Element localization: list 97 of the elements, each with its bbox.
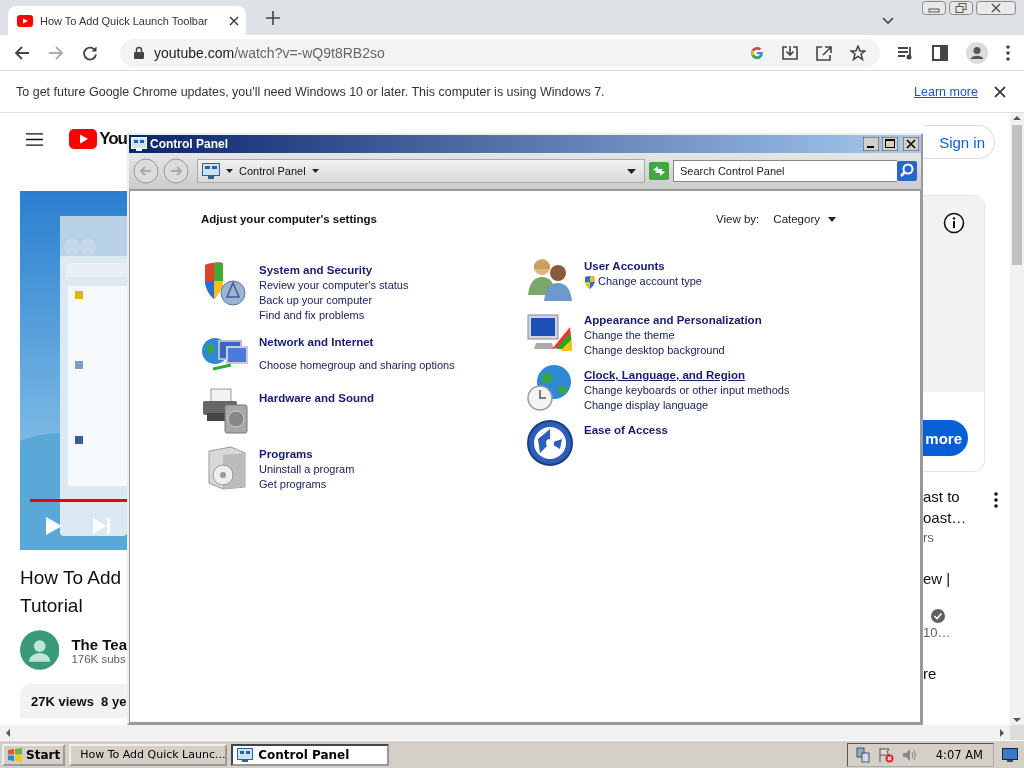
chevron-down-icon[interactable]	[882, 17, 894, 25]
task-link[interactable]: Change keyboards or other input methods	[584, 383, 790, 398]
scroll-thumb[interactable]	[1012, 125, 1022, 265]
category-link[interactable]: Ease of Access	[584, 423, 668, 438]
task-link[interactable]: Choose homegroup and sharing options	[259, 358, 455, 373]
category-link[interactable]: Hardware and Sound	[259, 391, 375, 406]
maximize-icon[interactable]	[882, 137, 898, 151]
task-link[interactable]: Get programs	[259, 477, 327, 492]
task-link[interactable]: Find and fix problems	[259, 308, 365, 323]
control-panel-icon	[131, 137, 147, 151]
task-link[interactable]: Back up your computer	[259, 293, 373, 308]
more-icon[interactable]	[994, 492, 998, 508]
browser-tab[interactable]: How To Add Quick Launch Toolbar	[8, 6, 246, 35]
caret-icon[interactable]	[311, 169, 319, 173]
category-link[interactable]: Programs	[259, 447, 355, 462]
clock-text[interactable]: 4:07 AM	[935, 747, 983, 762]
info-icon[interactable]	[943, 212, 965, 234]
task-link[interactable]: Change desktop background	[584, 343, 725, 358]
flag-error-icon[interactable]	[877, 746, 894, 763]
breadcrumb[interactable]: Control Panel	[239, 165, 306, 177]
task-link[interactable]: Review your computer's status	[259, 278, 409, 293]
category-link[interactable]: Network and Internet	[259, 335, 455, 350]
video-title: Tutorial	[20, 594, 84, 618]
video-title[interactable]: ast to	[923, 486, 994, 507]
category-link[interactable]: User Accounts	[584, 259, 702, 274]
back-icon[interactable]	[14, 44, 30, 61]
play-logo-icon	[17, 14, 33, 27]
subscriber-count: 176K subs	[71, 652, 127, 665]
show-desktop-icon[interactable]	[1002, 747, 1018, 762]
view-by-label: View by:	[716, 213, 760, 225]
side-panel-icon[interactable]	[932, 44, 948, 61]
reload-icon[interactable]	[82, 44, 98, 61]
start-button[interactable]: Start	[2, 743, 66, 766]
learn-more-button[interactable]: more	[923, 420, 968, 456]
task-link[interactable]: Change account type	[598, 274, 702, 289]
task-link[interactable]: Uninstall a program	[259, 462, 355, 477]
vertical-scrollbar[interactable]	[1010, 113, 1024, 725]
category-link[interactable]: Clock, Language, and Region	[584, 368, 790, 383]
update-message: To get future Google Chrome updates, you'll need Windows 10 or later. This computer is using Windows 7.	[16, 84, 605, 99]
video-meta: rs	[923, 529, 935, 547]
address-bar[interactable]: youtube.com/watch?v=-wQ9t8RB2so	[120, 38, 880, 67]
task-link[interactable]: Change the theme	[584, 328, 675, 343]
video-title[interactable]: ew |	[923, 568, 994, 589]
close-icon[interactable]	[903, 137, 919, 151]
close-icon[interactable]	[229, 15, 239, 26]
minimize-icon[interactable]	[863, 137, 879, 151]
globe-clock-icon[interactable]	[526, 364, 574, 412]
install-icon[interactable]	[782, 44, 798, 61]
search-field[interactable]: Search Control Panel	[673, 160, 897, 182]
close-icon[interactable]	[994, 85, 1006, 98]
logo-text[interactable]: You	[99, 129, 127, 149]
address-field[interactable]: Control Panel	[197, 159, 645, 183]
category-link[interactable]: System and Security	[259, 263, 409, 278]
control-panel-icon	[237, 747, 254, 762]
avatar-icon[interactable]	[20, 630, 60, 670]
menu-icon[interactable]	[26, 131, 44, 147]
profile-icon[interactable]	[966, 41, 988, 64]
media-icon[interactable]	[898, 45, 914, 60]
caret-icon	[828, 216, 836, 222]
menu-icon[interactable]	[1006, 44, 1010, 61]
play-icon[interactable]	[46, 517, 62, 535]
taskbar-button[interactable]: How To Add Quick Launc...	[69, 743, 228, 766]
caret-icon[interactable]	[226, 169, 233, 173]
task-link[interactable]: Change display language	[584, 398, 709, 413]
share-icon[interactable]	[816, 44, 832, 61]
refresh-icon[interactable]	[649, 162, 669, 180]
view-by-dropdown[interactable]: Category	[773, 213, 836, 225]
printer-speaker-icon[interactable]	[201, 387, 249, 435]
description-box[interactable]: 27K views 8 ye	[20, 684, 127, 718]
taskbar-button[interactable]: Control Panel	[231, 743, 390, 766]
sign-in-button[interactable]: Sign in	[923, 125, 995, 159]
star-icon[interactable]	[850, 44, 866, 61]
lock-icon	[134, 46, 144, 59]
video-title[interactable]: oast…	[923, 507, 994, 528]
windows-flag-icon	[7, 747, 23, 762]
window-title: Control Panel	[150, 137, 228, 151]
play-logo-icon	[69, 129, 98, 149]
video-title: How To Add	[20, 566, 123, 590]
restore-icon[interactable]	[949, 1, 973, 15]
verified-icon	[931, 609, 945, 623]
google-icon[interactable]	[750, 45, 764, 60]
learn-more-link[interactable]: Learn more	[914, 84, 978, 99]
new-tab-icon[interactable]	[266, 11, 280, 25]
category-link[interactable]: Appearance and Personalization	[584, 313, 762, 328]
dropdown-icon[interactable]	[627, 168, 636, 174]
control-panel-icon	[202, 163, 220, 179]
video-title[interactable]: re	[923, 663, 994, 684]
network-icon[interactable]	[855, 746, 870, 763]
video-meta: 10…	[923, 624, 952, 642]
close-icon[interactable]	[976, 1, 1016, 15]
search-icon[interactable]	[897, 161, 917, 181]
channel-name[interactable]: The Tea	[71, 635, 127, 653]
uac-shield-icon	[584, 274, 596, 289]
scrollbar-corner	[1010, 725, 1024, 740]
page-heading: Adjust your computer's settings	[201, 213, 377, 225]
accessibility-icon[interactable]	[526, 419, 574, 467]
url-text: youtube.com/watch?v=-wQ9t8RB2so	[154, 44, 385, 61]
